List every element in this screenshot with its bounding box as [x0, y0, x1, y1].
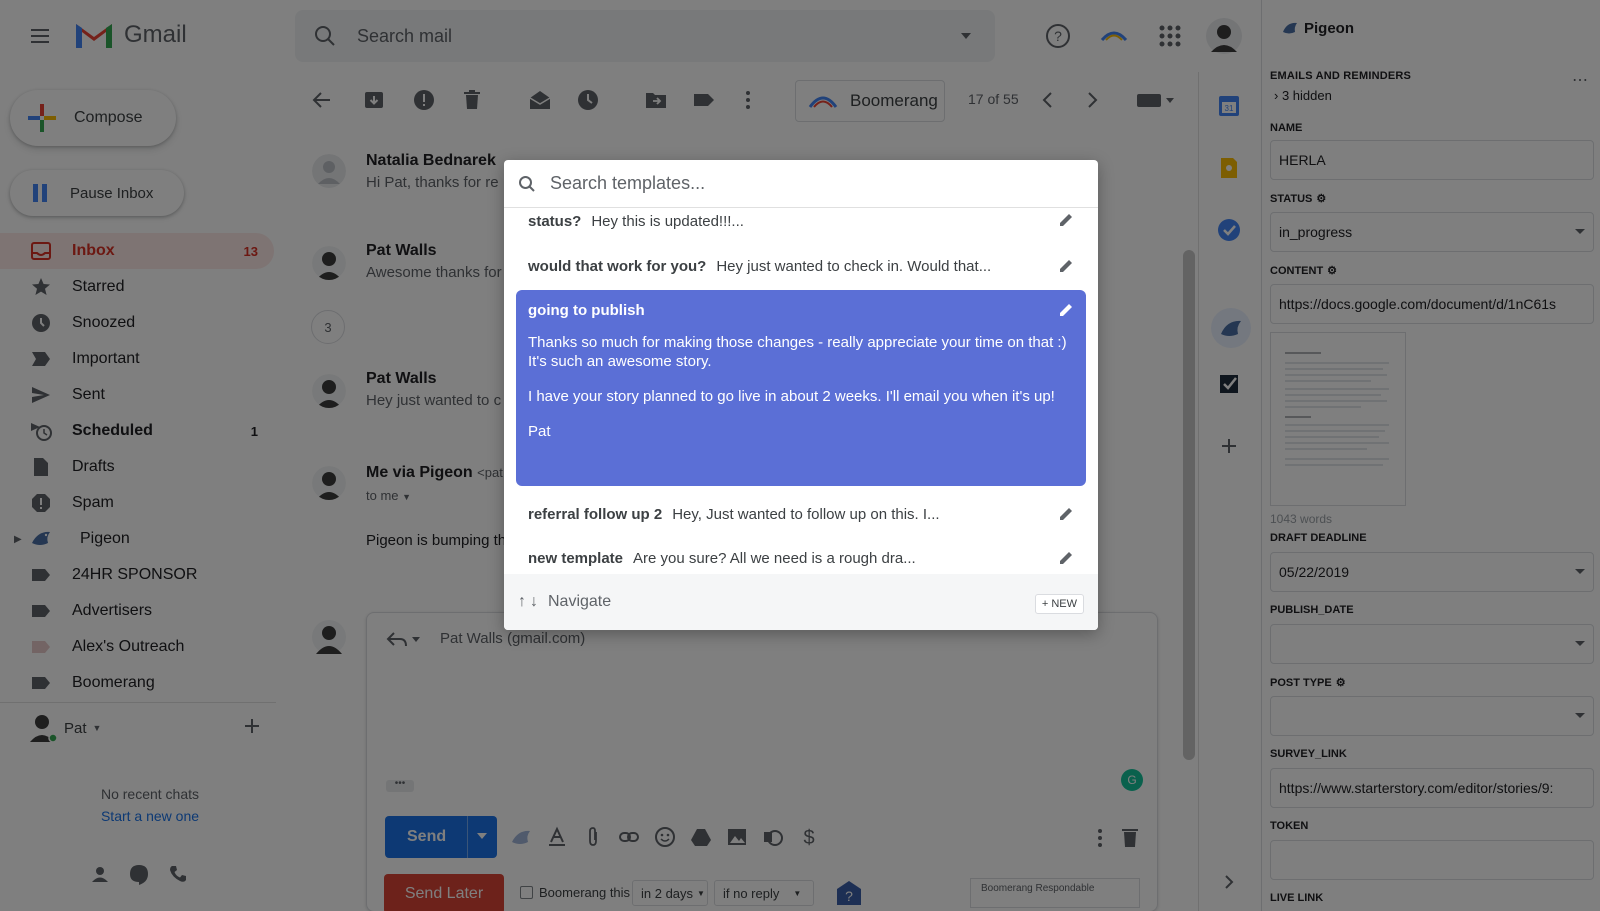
template-search-bar — [504, 160, 1098, 208]
template-item[interactable]: referral follow up 2 Hey, Just wanted to… — [516, 494, 1086, 534]
template-body-paragraph: Thanks so much for making those changes … — [528, 334, 1067, 370]
template-item[interactable]: would that work for you? Hey just wanted… — [516, 246, 1086, 286]
edit-pencil-icon[interactable] — [1058, 302, 1074, 318]
template-preview: Hey, Just wanted to follow up on this. I… — [672, 505, 940, 523]
new-template-button[interactable]: + NEW — [1034, 594, 1084, 614]
template-item[interactable]: status? Hey this is updated!!!... — [516, 208, 1086, 234]
template-preview: Hey this is updated!!!... — [591, 212, 744, 230]
template-picker-modal: status? Hey this is updated!!!... would … — [504, 160, 1098, 630]
edit-pencil-icon[interactable] — [1058, 212, 1074, 228]
navigate-label: Navigate — [548, 593, 612, 610]
template-title: status? — [528, 212, 582, 230]
template-item[interactable]: new template Are you sure? All we need i… — [516, 538, 1086, 578]
edit-pencil-icon[interactable] — [1058, 550, 1074, 566]
template-search-input[interactable] — [550, 173, 1050, 194]
template-picker-footer: ↑ ↓ Navigate + NEW — [504, 574, 1098, 630]
template-title: new template — [528, 549, 624, 567]
template-body-paragraph: I have your story planned to go live in … — [528, 388, 1055, 405]
edit-pencil-icon[interactable] — [1058, 258, 1074, 274]
edit-pencil-icon[interactable] — [1058, 506, 1074, 522]
template-preview: Hey just wanted to check in. Would that.… — [716, 257, 992, 275]
template-preview: Are you sure? All we need is a rough dra… — [633, 549, 916, 567]
template-body-signature: Pat — [528, 423, 551, 440]
template-title: would that work for you? — [528, 257, 707, 275]
arrow-down-icon: ↓ — [530, 593, 538, 610]
arrow-up-icon: ↑ — [518, 593, 526, 610]
template-title: going to publish — [528, 302, 645, 319]
template-item-selected[interactable]: going to publish Thanks so much for maki… — [516, 290, 1086, 486]
template-title: referral follow up 2 — [528, 505, 663, 523]
navigate-hint: ↑ ↓ Navigate — [518, 593, 611, 611]
search-icon — [519, 175, 535, 192]
